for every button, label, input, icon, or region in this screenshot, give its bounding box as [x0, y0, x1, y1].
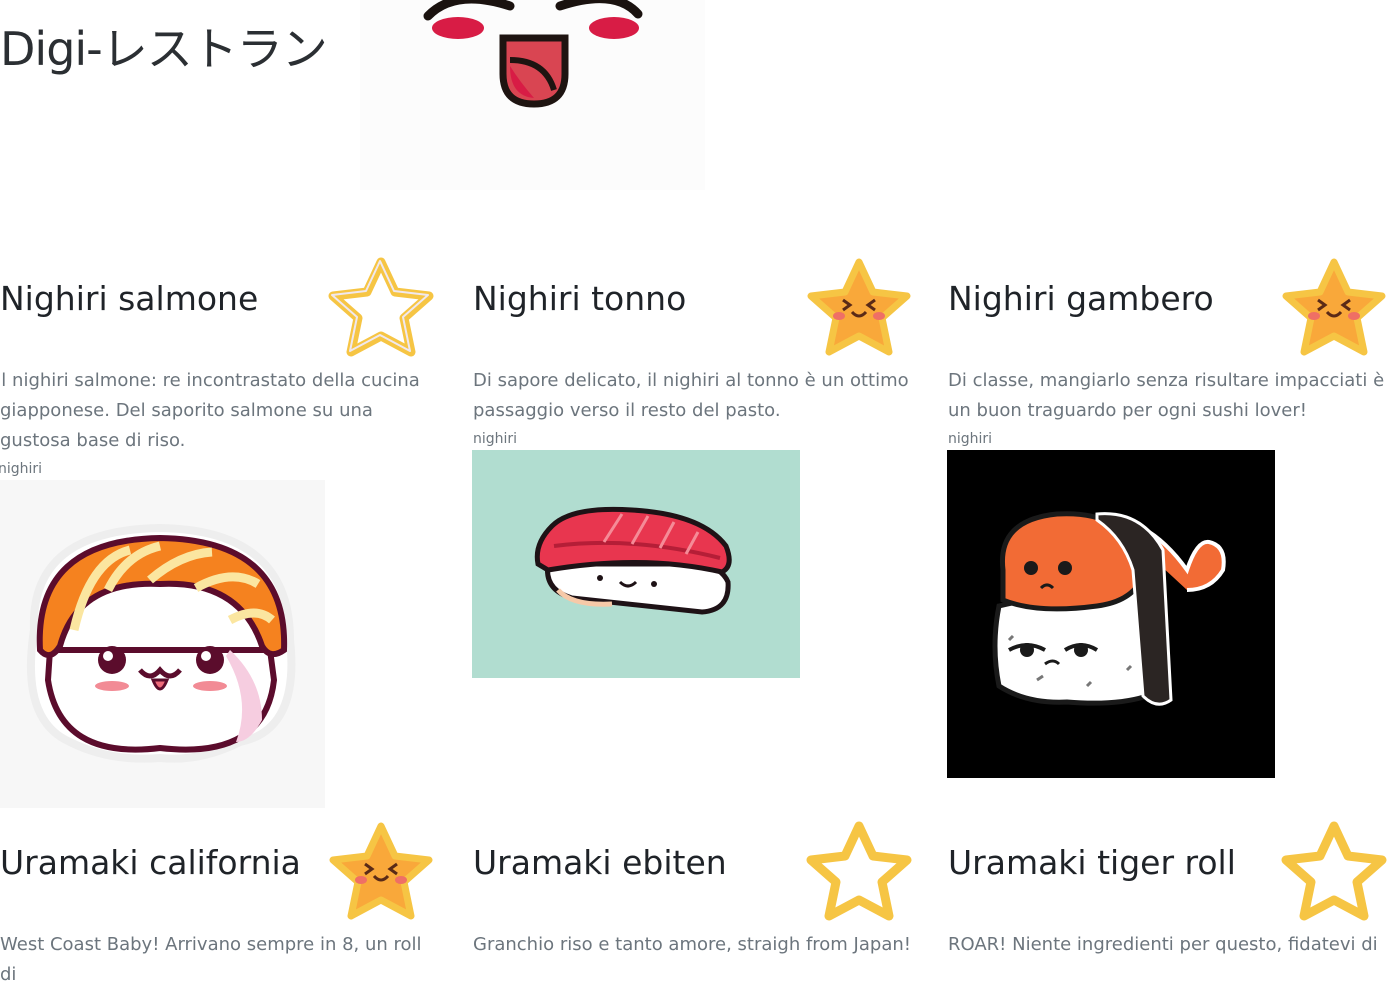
- dish-name: Nighiri tonno: [473, 279, 687, 318]
- favorite-star-icon[interactable]: [803, 820, 915, 924]
- dish-description: Di classe, mangiarlo senza risultare imp…: [948, 370, 1385, 421]
- dish-card: Uramaki ebiten Granchio riso e tanto amo…: [473, 820, 913, 960]
- smiling-face-logo[interactable]: [360, 0, 705, 190]
- dish-description: Granchio riso e tanto amore, straigh fro…: [473, 934, 911, 955]
- dish-description: Di sapore delicato, il nighiri al tonno …: [473, 370, 909, 421]
- favorite-star-icon[interactable]: [1278, 256, 1387, 360]
- dish-name: Uramaki tiger roll: [948, 843, 1236, 882]
- site-title: Digi-レストラン: [0, 22, 328, 76]
- dish-name: Nighiri salmone: [0, 279, 259, 318]
- shrimp-nigiri-illustration: [947, 450, 1275, 778]
- favorite-star-icon[interactable]: [325, 820, 437, 924]
- dish-name: Nighiri gambero: [948, 279, 1214, 318]
- dish-card: Uramaki tiger roll ROAR! Niente ingredie…: [948, 820, 1387, 960]
- dish-description: West Coast Baby! Arrivano sempre in 8, u…: [0, 934, 422, 985]
- favorite-star-icon[interactable]: [1278, 820, 1387, 924]
- dish-card: Nighiri gambero Di classe, mangiarlo sen…: [947, 256, 1387, 778]
- salmon-nigiri-illustration: [0, 480, 325, 808]
- favorite-star-icon[interactable]: [325, 256, 437, 360]
- dish-name: Uramaki california: [0, 843, 301, 882]
- dish-description: Il nighiri salmone: re incontrastato del…: [0, 370, 420, 451]
- favorite-star-icon[interactable]: [803, 256, 915, 360]
- dish-name: Uramaki ebiten: [473, 843, 727, 882]
- dish-card: Uramaki california West Coast Baby! Arri…: [0, 820, 440, 990]
- tuna-nigiri-illustration: [472, 450, 800, 678]
- dish-category: nighiri: [948, 431, 993, 447]
- dish-description: ROAR! Niente ingredienti per questo, fid…: [948, 934, 1378, 955]
- dish-category: nighiri: [0, 461, 43, 477]
- dish-card: Nighiri salmone Il nighiri salmone: re i…: [0, 256, 440, 808]
- dish-category: nighiri: [473, 431, 518, 447]
- dish-card: Nighiri tonno Di sapore delicato, il nig…: [472, 256, 915, 678]
